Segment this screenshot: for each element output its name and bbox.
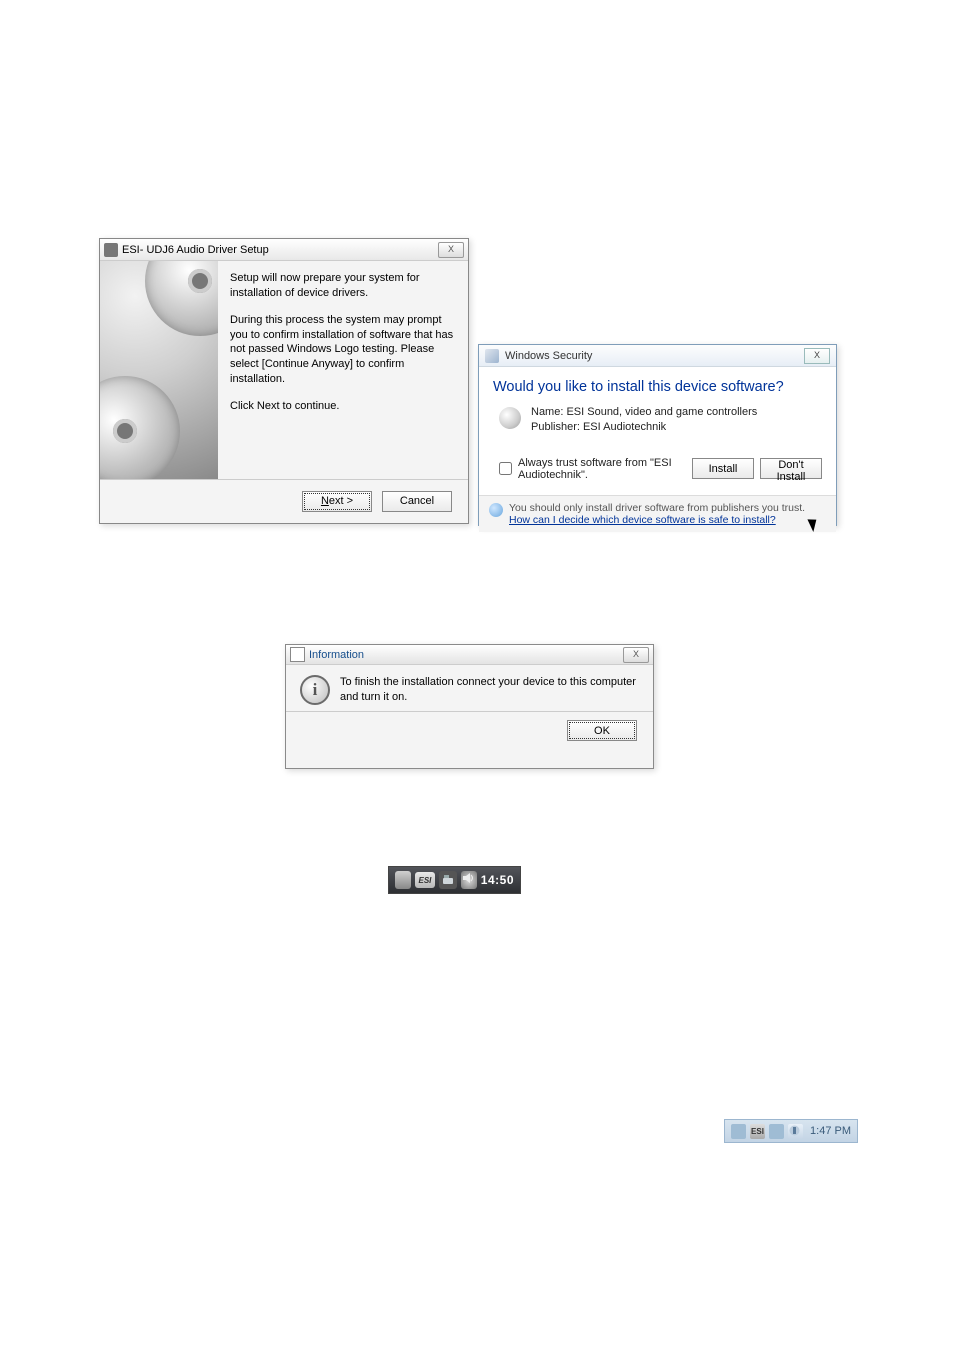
ok-button[interactable]: OK (567, 720, 637, 741)
install-button[interactable]: Install (692, 458, 754, 479)
driver-setup-window: ESI- UDJ6 Audio Driver Setup X Setup wil… (99, 238, 469, 524)
always-trust-checkbox[interactable] (499, 462, 512, 475)
windows-security-dialog: Windows Security X Would you like to ins… (478, 344, 837, 526)
tray-icon-generic[interactable] (395, 871, 411, 889)
close-button[interactable]: X (623, 647, 649, 663)
setup-paragraph-2: During this process the system may promp… (230, 313, 454, 387)
security-footer-link[interactable]: How can I decide which device software i… (509, 514, 776, 526)
dont-install-button[interactable]: Don't Install (760, 458, 822, 479)
cancel-button[interactable]: Cancel (382, 491, 452, 512)
system-tray-light[interactable]: ESI 1:47 PM (724, 1119, 858, 1143)
info-shield-icon (489, 503, 503, 517)
esi-tray-icon[interactable]: ESI (750, 1124, 765, 1139)
software-publisher: Publisher: ESI Audiotechnik (531, 420, 757, 435)
security-title: Windows Security (505, 350, 804, 362)
driver-setup-titlebar[interactable]: ESI- UDJ6 Audio Driver Setup X (100, 239, 468, 261)
tray-clock[interactable]: 14:50 (481, 873, 514, 887)
system-tray-dark[interactable]: ESI 14:50 (388, 866, 521, 894)
security-footer-text: You should only install driver software … (509, 502, 805, 514)
information-title: Information (309, 649, 364, 661)
software-disc-icon (499, 407, 521, 429)
software-name: Name: ESI Sound, video and game controll… (531, 405, 757, 420)
safely-remove-icon[interactable] (439, 871, 457, 889)
information-titlebar[interactable]: Information X (286, 645, 653, 665)
setup-paragraph-3: Click Next to continue. (230, 399, 454, 414)
close-button[interactable]: X (804, 348, 830, 364)
network-icon[interactable] (769, 1124, 784, 1139)
setup-paragraph-1: Setup will now prepare your system for i… (230, 271, 454, 301)
shield-icon (485, 349, 499, 363)
info-icon (300, 675, 330, 705)
tray-clock[interactable]: 1:47 PM (810, 1125, 851, 1137)
security-footer: You should only install driver software … (479, 495, 836, 532)
security-heading: Would you like to install this device so… (493, 379, 822, 395)
wizard-body-text: Setup will now prepare your system for i… (218, 261, 468, 479)
tray-icon-generic[interactable] (731, 1124, 746, 1139)
information-body-text: To finish the installation connect your … (340, 675, 639, 705)
next-button[interactable]: Next > (302, 491, 372, 512)
volume-icon[interactable] (461, 871, 477, 889)
window-icon (290, 647, 305, 662)
wizard-side-graphic (100, 261, 218, 479)
close-button[interactable]: X (438, 242, 464, 258)
safely-remove-icon[interactable] (788, 1124, 803, 1139)
driver-setup-title: ESI- UDJ6 Audio Driver Setup (122, 244, 269, 256)
always-trust-label: Always trust software from "ESI Audiotec… (518, 457, 680, 481)
app-icon (104, 243, 118, 257)
security-titlebar[interactable]: Windows Security X (479, 345, 836, 367)
esi-tray-icon[interactable]: ESI (415, 872, 435, 888)
information-dialog: Information X To finish the installation… (285, 644, 654, 769)
